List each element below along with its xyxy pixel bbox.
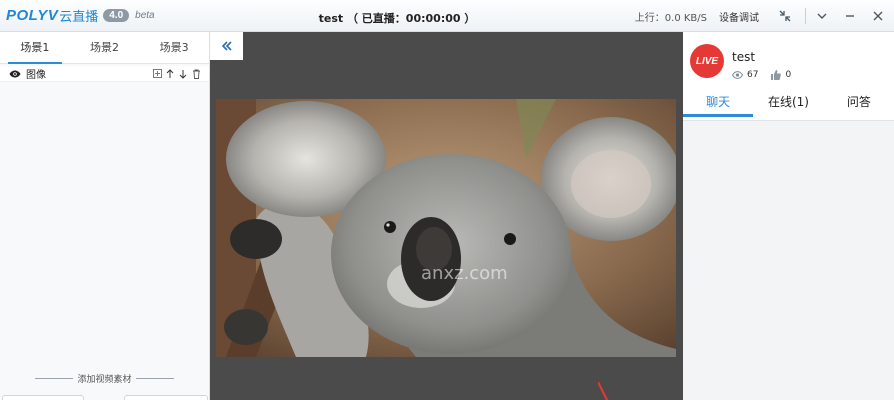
minimize-icon[interactable] (838, 4, 862, 28)
trash-icon[interactable] (191, 69, 201, 79)
title-bar: POLYV 云直播 4.0 beta test （ 已直播：00:00:00 ）… (0, 0, 894, 32)
chat-message-area[interactable] (683, 120, 894, 400)
scene-tabs: 场景1 场景2 场景3 (0, 32, 209, 64)
chat-tabs: 聊天 在线(1) 问答 (683, 93, 894, 117)
avatar-live-text: LIVE (695, 55, 719, 67)
video-preview[interactable]: anxz.com (216, 99, 676, 357)
upload-speed: 上行：0.0 KB/S (634, 12, 707, 24)
divider (135, 378, 174, 379)
tab-chat[interactable]: 聊天 (683, 93, 754, 117)
bottom-button-right[interactable] (124, 395, 208, 400)
scene-panel: 场景1 场景2 场景3 图像 添加视频素材 (0, 32, 210, 400)
channel-stats: 67 0 (732, 70, 791, 80)
like-icon (770, 70, 782, 80)
viewer-count: 67 (747, 70, 759, 80)
tab-scene-2[interactable]: 场景2 (70, 32, 140, 63)
shrink-icon[interactable] (773, 4, 797, 28)
separator (805, 8, 806, 24)
layer-item[interactable]: 图像 (0, 66, 209, 82)
collapse-left-icon[interactable] (210, 32, 243, 60)
channel-header: LIVE test 67 0 聊天 在线(1) 问答 (683, 32, 894, 120)
add-source-label: 添加视频素材 (77, 375, 132, 385)
avatar[interactable]: LIVE (690, 44, 724, 78)
bottom-button-left[interactable] (2, 395, 84, 400)
title-bar-controls: 上行：0.0 KB/S 设备调试 (635, 0, 894, 32)
tab-scene-3[interactable]: 场景3 (139, 32, 209, 63)
close-icon[interactable] (866, 4, 890, 28)
watermark-text: anxz.com (421, 263, 508, 284)
tab-qa[interactable]: 问答 (824, 93, 894, 117)
arrow-up-icon[interactable] (165, 68, 175, 79)
device-debug-button[interactable]: 设备调试 (719, 9, 759, 24)
add-source-button[interactable]: 添加视频素材 (0, 372, 209, 385)
view-count-icon (732, 70, 744, 80)
divider (35, 378, 74, 379)
eye-icon[interactable] (8, 69, 22, 79)
like-count: 0 (785, 70, 792, 80)
tab-scene-1[interactable]: 场景1 (0, 32, 70, 64)
layer-name: 图像 (26, 70, 46, 81)
red-arrow-icon (598, 382, 608, 400)
arrow-down-icon[interactable] (178, 69, 188, 79)
preview-stage: anxz.com (210, 32, 683, 400)
channel-name: test (732, 50, 756, 64)
tab-online[interactable]: 在线(1) (753, 93, 823, 117)
chevron-down-icon[interactable] (810, 4, 834, 28)
add-icon[interactable] (152, 69, 162, 79)
koala-image: anxz.com (216, 99, 676, 357)
chat-panel: LIVE test 67 0 聊天 在线(1) 问答 (683, 32, 894, 400)
layer-tools (152, 68, 201, 79)
